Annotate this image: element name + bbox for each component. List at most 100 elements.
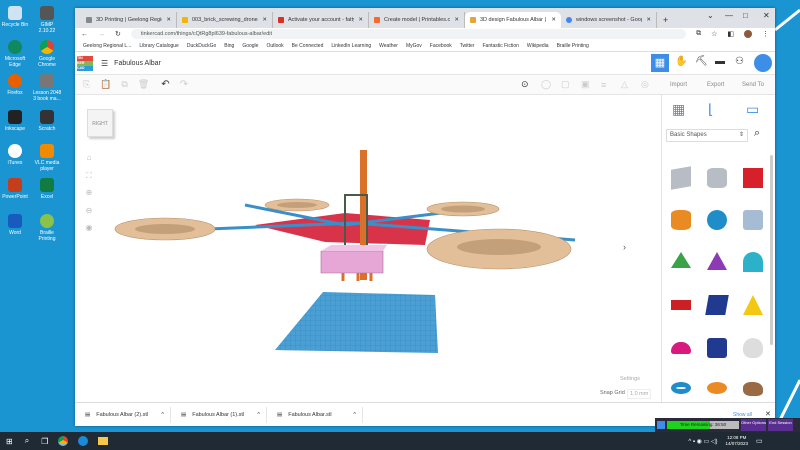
redo-icon[interactable]: ↷ [180, 79, 188, 90]
design-name[interactable]: Fabulous Albar [114, 60, 161, 67]
shape-box[interactable] [743, 168, 763, 188]
bookmark[interactable]: Geelong Regional L... [83, 43, 131, 49]
shape-category-select[interactable]: Basic Shapes ⇕ [666, 129, 748, 142]
start-icon[interactable]: ⊞ [6, 437, 13, 446]
desktop-icon[interactable]: Google Chrome [32, 40, 62, 68]
shape-roof[interactable] [671, 252, 691, 268]
close-downloads-icon[interactable]: ✕ [765, 410, 771, 418]
task-view-icon[interactable]: ❐ [41, 437, 48, 446]
download-item[interactable]: ▤ Fabulous Albar.stl ^ [267, 406, 363, 423]
browser-tab-active[interactable]: 3D design Fabulous Albar | Tink✕ [465, 12, 561, 28]
desktop-icon[interactable]: GIMP 2.10.22 [32, 6, 62, 34]
ruler-tool-icon[interactable]: ⌊ [708, 101, 713, 118]
bookmark[interactable]: Weather [379, 43, 398, 49]
copy-icon[interactable]: ⎘ [83, 79, 90, 90]
new-tab-button[interactable]: + [657, 15, 674, 28]
minimize-button[interactable]: — [725, 11, 733, 20]
pickaxe-icon[interactable]: ⛏ [695, 56, 708, 67]
shape-round-roof[interactable] [743, 252, 763, 272]
desktop-icon[interactable]: Braille Printing [32, 214, 62, 242]
3d-view-button[interactable]: ▦ [651, 54, 669, 72]
bookmark[interactable]: Twitter [460, 43, 475, 49]
desktop-icon[interactable]: Inkscape [0, 110, 30, 132]
profile-avatar[interactable] [744, 30, 752, 38]
desktop-icon[interactable]: Excel [32, 178, 62, 200]
tray-icons[interactable]: ^ ▪ ◉ ▭ ◁) [688, 438, 717, 445]
sim-hand-icon[interactable]: ✋ [675, 56, 687, 67]
maximize-button[interactable]: □ [743, 11, 748, 20]
desktop-icon[interactable]: Firefox [0, 74, 30, 96]
download-item[interactable]: ▤ Fabulous Albar (1).stl ^ [171, 406, 267, 423]
user-avatar[interactable] [754, 54, 772, 72]
send-to-button[interactable]: Send To [742, 82, 764, 88]
file-explorer-icon[interactable] [98, 437, 109, 445]
notes-tool-icon[interactable]: ▭ [746, 101, 759, 118]
chevron-up-icon[interactable]: ^ [257, 412, 260, 418]
bookmark[interactable]: MyGov [406, 43, 422, 49]
group-icon[interactable]: ▢ [561, 79, 570, 90]
workplane-tool-icon[interactable]: ▦ [672, 101, 685, 118]
clock[interactable]: 12:08 PM 14/07/2023 [726, 435, 749, 447]
desktop-icon[interactable]: iTunes [0, 144, 30, 166]
desktop-icon[interactable]: PowerPoint [0, 178, 30, 200]
shape-scribble[interactable] [743, 210, 763, 230]
other-options-button[interactable]: Other Options [741, 419, 766, 431]
align-icon[interactable]: ≡ [601, 80, 606, 90]
mirror-icon[interactable]: △ [621, 79, 628, 90]
bookmark[interactable]: LinkedIn Learning [331, 43, 371, 49]
design-list-icon[interactable]: ☰ [101, 59, 108, 68]
workplane-viewport[interactable]: RIGHT ⌂ ⛶ ⊕ ⊖ ◉ › Settings Snap Grid 1.0… [75, 95, 660, 402]
search-icon[interactable]: ⌕ [25, 436, 29, 446]
close-window-button[interactable]: ✕ [763, 11, 770, 20]
cruise-icon[interactable]: ◎ [641, 79, 649, 90]
url-field[interactable]: tinkercad.com/things/cQtRg8pl639-fabulou… [130, 29, 687, 39]
propeller-ring[interactable] [264, 198, 330, 212]
close-icon[interactable]: ✕ [551, 17, 556, 23]
bookmark[interactable]: Fantastic Fiction [483, 43, 519, 49]
collapse-panel-icon[interactable]: › [623, 242, 626, 252]
shape-box-hole[interactable] [671, 166, 691, 190]
browser-tab[interactable]: Create model | Printables.com✕ [369, 12, 465, 28]
browser-tab[interactable]: Activate your account - fattybo✕ [273, 12, 369, 28]
bookmark[interactable]: Braille Printing [557, 43, 589, 49]
bookmark[interactable]: Google [242, 43, 258, 49]
reload-icon[interactable]: ↻ [115, 30, 121, 38]
browser-tab[interactable]: 003_brick_screwing_drone - Go✕ [177, 12, 273, 28]
desktop-icon[interactable]: Scratch [32, 110, 62, 132]
browser-tab[interactable]: windows screenshot - Google S✕ [561, 12, 657, 28]
notes-icon[interactable]: ⊙ [521, 79, 529, 90]
shape-pyramid[interactable] [743, 295, 763, 315]
shape-box-blue[interactable] [705, 295, 729, 315]
desktop-icon[interactable]: Lesson 2048 3 book ma... [32, 74, 62, 102]
shape-half-sphere[interactable] [671, 342, 691, 354]
settings-button[interactable]: Settings [620, 376, 640, 382]
desktop-icon[interactable]: VLC media player [32, 144, 62, 172]
panel-scrollbar[interactable] [770, 155, 773, 345]
delete-icon[interactable]: 🗑 [138, 79, 149, 90]
undo-icon[interactable]: ↶ [161, 79, 169, 90]
tab-search-icon[interactable]: ⌄ [707, 11, 714, 20]
shape-cylinder-hole[interactable] [707, 168, 727, 188]
shape-cylinder[interactable] [671, 210, 691, 230]
menu-icon[interactable]: ⋮ [762, 30, 769, 38]
close-icon[interactable]: ✕ [358, 17, 363, 23]
bookmark[interactable]: Wikipedia [527, 43, 549, 49]
search-icon[interactable]: ⌕ [754, 127, 760, 140]
chevron-up-icon[interactable]: ^ [353, 412, 356, 418]
end-session-button[interactable]: End Session [768, 419, 793, 431]
chevron-up-icon[interactable]: ^ [161, 412, 164, 418]
tinkercad-logo[interactable]: TIN KER CAD [77, 55, 93, 71]
propeller-ring[interactable] [114, 217, 216, 241]
shape-paraboloid[interactable] [743, 338, 763, 358]
paste-icon[interactable]: 📋 [100, 79, 111, 90]
close-icon[interactable]: ✕ [262, 17, 267, 23]
sidepanel-icon[interactable]: ◧ [727, 30, 734, 38]
ungroup-icon[interactable]: ▣ [581, 79, 590, 90]
notifications-icon[interactable]: ▭ [756, 437, 763, 445]
star-icon[interactable]: ☆ [711, 30, 717, 38]
bookmark[interactable]: Library Catalogue [139, 43, 178, 49]
browser-tab[interactable]: 3D Printing | Geelong Regional✕ [81, 12, 177, 28]
close-icon[interactable]: ✕ [166, 17, 171, 23]
bookmark[interactable]: DuckDuckGo [187, 43, 216, 49]
propeller-ring[interactable] [426, 201, 500, 217]
